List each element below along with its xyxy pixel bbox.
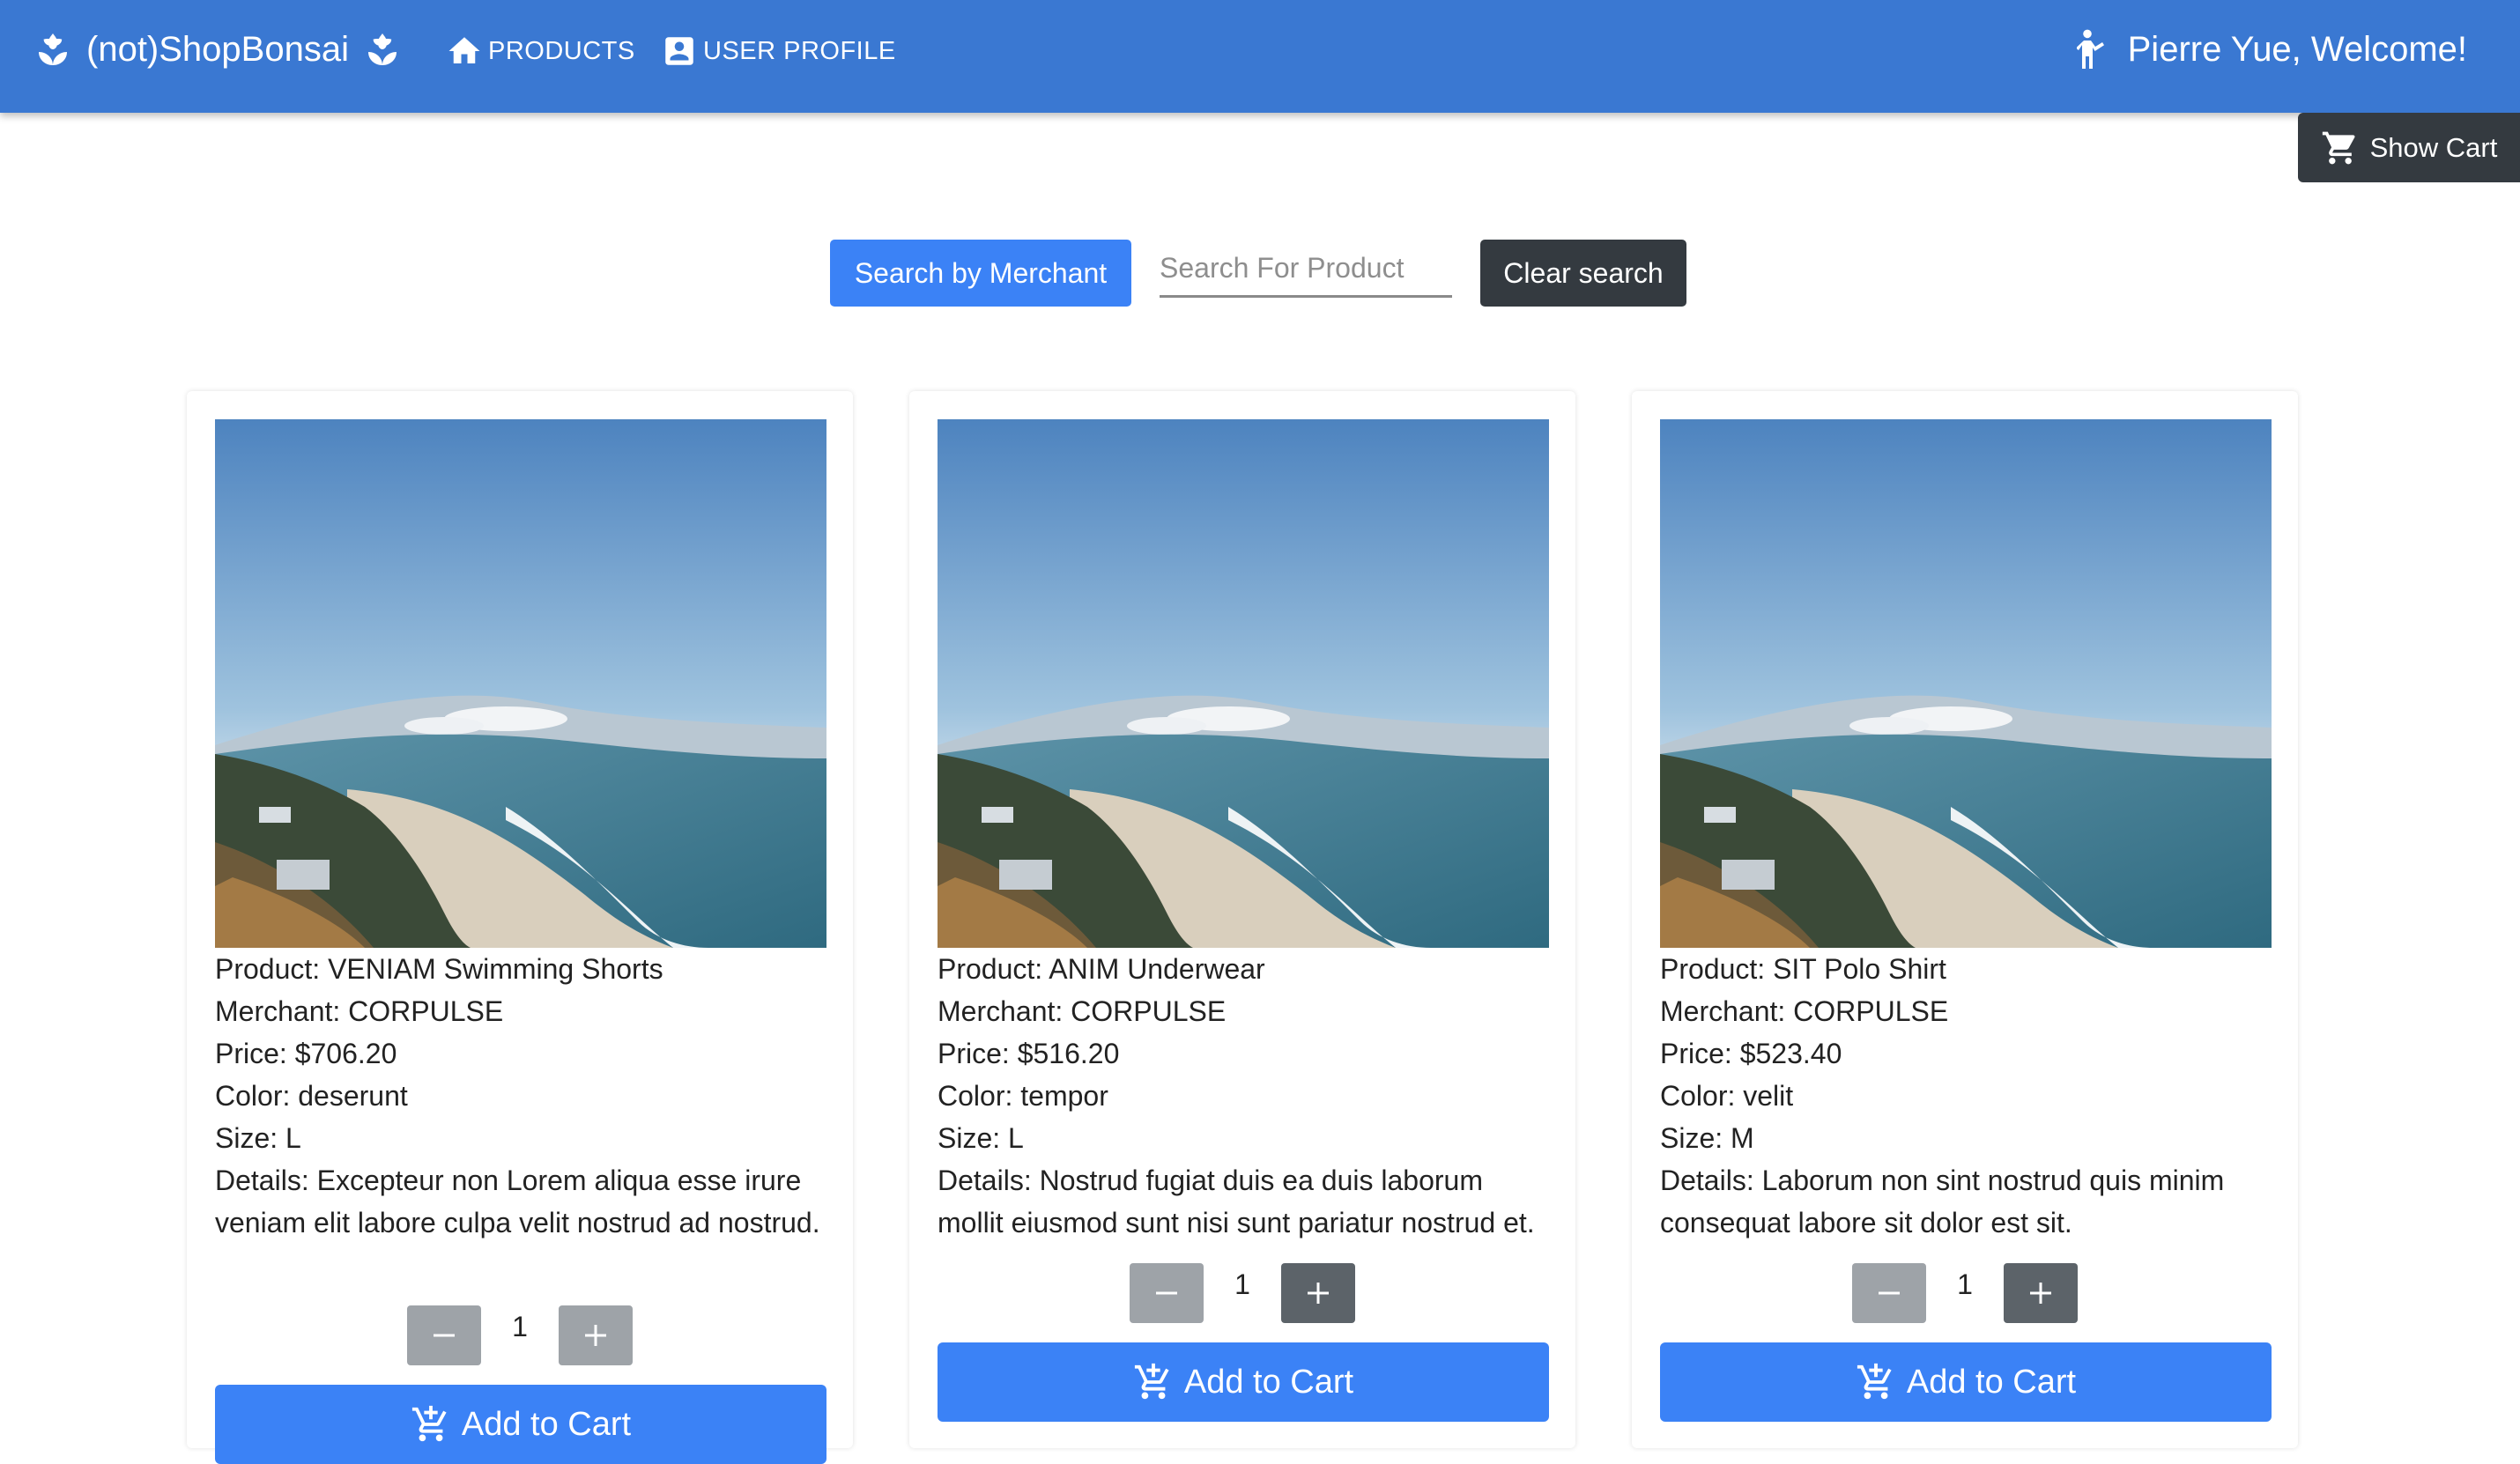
add-to-cart-label: Add to Cart	[461, 1405, 632, 1443]
product-color: Color: deserunt	[215, 1080, 408, 1112]
product-price: Price: $523.40	[1660, 1038, 1842, 1069]
product-image[interactable]	[215, 419, 826, 948]
quantity-stepper: 1	[909, 1263, 1575, 1325]
decrease-quantity-button[interactable]	[407, 1305, 481, 1365]
add-shopping-cart-icon	[1133, 1362, 1174, 1402]
product-merchant: Merchant: CORPULSE	[1660, 995, 1949, 1027]
plus-icon	[580, 1320, 611, 1351]
product-details: Details: Excepteur non Lorem aliqua esse…	[215, 1165, 820, 1238]
add-to-cart-button[interactable]: Add to Cart	[938, 1342, 1549, 1422]
product-name: Product: ANIM Underwear	[938, 953, 1265, 985]
product-card: Product: VENIAM Swimming Shorts Merchant…	[187, 391, 853, 1464]
add-to-cart-button[interactable]: Add to Cart	[215, 1385, 826, 1464]
bonsai-icon	[32, 28, 74, 70]
decrease-quantity-button[interactable]	[1852, 1263, 1926, 1323]
top-navbar: (not)ShopBonsai PRODUCTS USER PROFILE Pi…	[0, 0, 2520, 113]
add-shopping-cart-icon	[411, 1404, 451, 1445]
nav-user-profile-label: USER PROFILE	[703, 36, 896, 65]
nav-user-profile-link[interactable]: USER PROFILE	[661, 25, 896, 78]
add-to-cart-label: Add to Cart	[1183, 1363, 1354, 1401]
product-size: Size: L	[215, 1122, 301, 1154]
add-to-cart-label: Add to Cart	[1906, 1363, 2077, 1401]
bonsai-icon	[361, 28, 404, 70]
plus-icon	[2025, 1277, 2057, 1309]
clear-search-button[interactable]: Clear search	[1480, 240, 1686, 307]
increase-quantity-button[interactable]	[2004, 1263, 2078, 1323]
show-cart-label: Show Cart	[2369, 131, 2498, 163]
add-to-cart-button[interactable]: Add to Cart	[1660, 1342, 2272, 1422]
shopping-cart-icon	[2321, 129, 2360, 167]
product-image[interactable]	[938, 419, 1549, 948]
quantity-value: 1	[1234, 1268, 1250, 1300]
minus-icon	[428, 1320, 460, 1351]
product-color: Color: tempor	[938, 1080, 1108, 1112]
product-card: Product: SIT Polo Shirt Merchant: CORPUL…	[1632, 391, 2298, 1448]
brand[interactable]: (not)ShopBonsai	[32, 23, 404, 76]
product-merchant: Merchant: CORPULSE	[215, 995, 504, 1027]
product-info: Product: ANIM Underwear Merchant: CORPUL…	[938, 948, 1554, 1244]
nav-products-label: PRODUCTS	[488, 36, 635, 65]
product-price: Price: $706.20	[215, 1038, 397, 1069]
product-image[interactable]	[1660, 419, 2272, 948]
plus-icon	[1302, 1277, 1334, 1309]
quantity-stepper: 1	[1632, 1263, 2298, 1325]
product-info: Product: VENIAM Swimming Shorts Merchant…	[215, 948, 832, 1244]
minus-icon	[1151, 1277, 1182, 1309]
welcome-text: Pierre Yue, Welcome!	[2127, 29, 2467, 69]
quantity-value: 1	[1957, 1268, 1973, 1300]
product-price: Price: $516.20	[938, 1038, 1120, 1069]
product-details: Details: Nostrud fugiat duis ea duis lab…	[938, 1165, 1535, 1238]
person-icon	[2076, 28, 2112, 70]
increase-quantity-button[interactable]	[559, 1305, 633, 1365]
home-icon	[446, 33, 483, 70]
product-size: Size: M	[1660, 1122, 1754, 1154]
brand-name: (not)ShopBonsai	[86, 30, 349, 69]
show-cart-button[interactable]: Show Cart	[2298, 113, 2520, 182]
product-info: Product: SIT Polo Shirt Merchant: CORPUL…	[1660, 948, 2277, 1244]
search-product-input[interactable]	[1160, 241, 1452, 298]
quantity-value: 1	[512, 1311, 528, 1342]
welcome-message: Pierre Yue, Welcome!	[2076, 23, 2467, 76]
product-card: Product: ANIM Underwear Merchant: CORPUL…	[909, 391, 1575, 1448]
decrease-quantity-button[interactable]	[1130, 1263, 1204, 1323]
add-shopping-cart-icon	[1856, 1362, 1896, 1402]
increase-quantity-button[interactable]	[1281, 1263, 1355, 1323]
product-name: Product: VENIAM Swimming Shorts	[215, 953, 663, 985]
nav-products-link[interactable]: PRODUCTS	[446, 25, 635, 78]
minus-icon	[1873, 1277, 1905, 1309]
account-box-icon	[661, 33, 698, 70]
search-by-merchant-button[interactable]: Search by Merchant	[830, 240, 1131, 307]
product-size: Size: L	[938, 1122, 1024, 1154]
product-name: Product: SIT Polo Shirt	[1660, 953, 1946, 985]
product-details: Details: Laborum non sint nostrud quis m…	[1660, 1165, 2225, 1238]
product-color: Color: velit	[1660, 1080, 1794, 1112]
product-merchant: Merchant: CORPULSE	[938, 995, 1227, 1027]
quantity-stepper: 1	[187, 1305, 853, 1367]
